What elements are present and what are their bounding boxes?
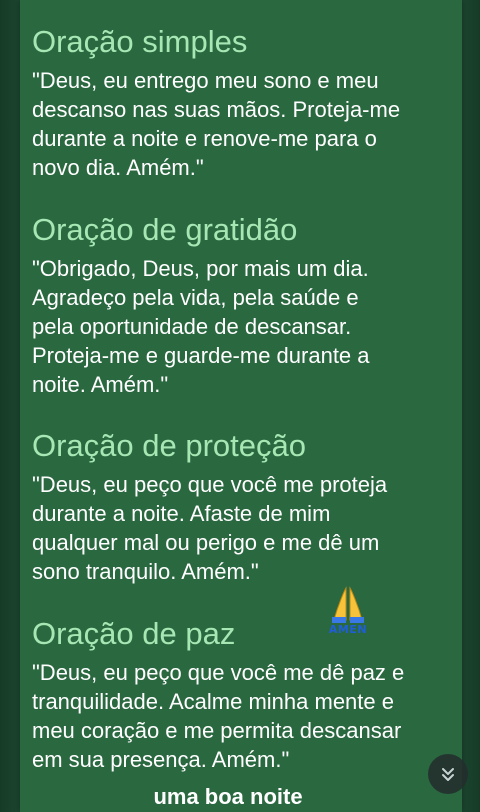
section-text: "Obrigado, Deus, por mais um dia. Agrade… — [32, 256, 370, 397]
section-text: "Deus, eu peço que você me dê paz e tran… — [32, 660, 405, 772]
section-heading: Oração simples — [32, 24, 248, 59]
prayer-section-protection: Oração de proteção "Deus, eu peço que vo… — [32, 428, 452, 586]
caption-text: uma boa noite — [153, 784, 303, 809]
background-right — [462, 0, 480, 812]
amen-sticker[interactable]: AMEN — [324, 584, 372, 636]
prayer-section-peace: Oração de paz "Deus, eu peço que você me… — [32, 616, 452, 774]
background-left — [0, 0, 20, 812]
prayer-section-simple: Oração simples "Deus, eu entrego meu son… — [32, 24, 452, 182]
section-text: "Deus, eu peço que você me proteja duran… — [32, 472, 388, 584]
double-chevron-down-icon — [442, 768, 454, 781]
section-heading: Oração de proteção — [32, 428, 307, 463]
section-heading: Oração de gratidão — [32, 212, 298, 247]
section-heading: Oração de paz — [32, 616, 236, 651]
section-text: "Deus, eu entrego meu sono e meu descans… — [32, 68, 401, 180]
amen-sticker-text: AMEN — [328, 623, 368, 636]
praying-hands-icon — [332, 586, 364, 623]
prayer-section-gratitude: Oração de gratidão "Obrigado, Deus, por … — [32, 212, 452, 399]
